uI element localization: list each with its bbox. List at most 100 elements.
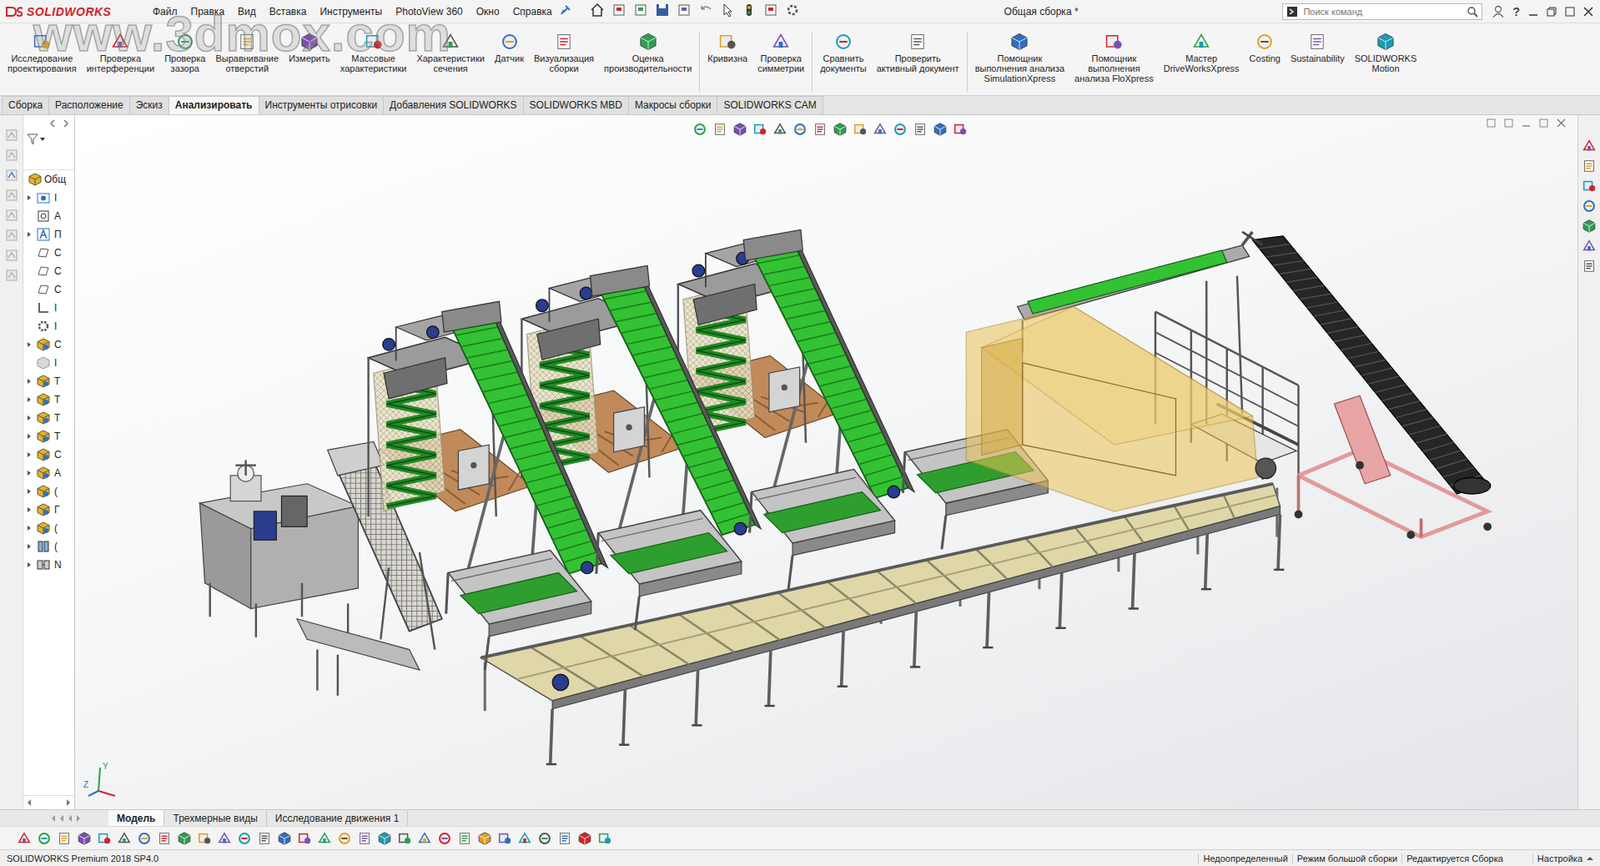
- task-pane-icon[interactable]: [1581, 218, 1597, 234]
- toolbar-icon[interactable]: [477, 830, 493, 846]
- toolbar-icon[interactable]: [457, 830, 473, 846]
- toolbar-icon[interactable]: [437, 830, 453, 846]
- maximize-icon[interactable]: [1564, 6, 1575, 17]
- ribbon-button[interactable]: Проверка зазора: [159, 31, 211, 74]
- toolbar-icon[interactable]: [577, 830, 593, 846]
- tab[interactable]: SOLIDWORKS CAM: [716, 95, 823, 115]
- tree-item[interactable]: (: [23, 482, 75, 501]
- quick-access-button[interactable]: [611, 2, 627, 21]
- mobile-frame[interactable]: [1294, 395, 1492, 539]
- toolbar-icon[interactable]: [497, 830, 513, 846]
- quick-access-button[interactable]: [698, 2, 714, 21]
- outfeed-conveyor[interactable]: [1242, 231, 1491, 494]
- quick-access-button[interactable]: [763, 2, 779, 21]
- side-tool-icon[interactable]: [5, 228, 19, 242]
- menu-item[interactable]: Справка: [507, 3, 559, 21]
- side-tool-icon[interactable]: [5, 248, 19, 262]
- save-icon[interactable]: [654, 2, 670, 18]
- new-document-icon[interactable]: [611, 2, 627, 18]
- expander[interactable]: [25, 451, 34, 458]
- ribbon-button[interactable]: Мастер DriveWorksXpress: [1158, 31, 1245, 74]
- tab[interactable]: Расположение: [48, 95, 131, 115]
- print-icon[interactable]: [676, 2, 692, 18]
- expander[interactable]: [25, 561, 34, 569]
- tree-item[interactable]: С: [23, 243, 75, 262]
- view-tool-icon[interactable]: [892, 121, 908, 137]
- tab[interactable]: Сборка: [1, 95, 50, 115]
- tree-item[interactable]: T: [23, 408, 75, 428]
- toolbar-icon[interactable]: [256, 830, 272, 846]
- menu-item[interactable]: Правка: [185, 3, 232, 21]
- toolbar-icon[interactable]: [517, 830, 533, 846]
- options-icon[interactable]: [784, 2, 800, 18]
- task-pane-icon[interactable]: [1581, 238, 1597, 254]
- ribbon-button[interactable]: Проверка симметрии: [752, 31, 810, 74]
- expand-icon[interactable]: [60, 118, 71, 129]
- toolbar-icon[interactable]: [377, 830, 393, 846]
- ribbon-button[interactable]: Выравнивание отверстий: [210, 31, 284, 74]
- control-cabinet[interactable]: [769, 367, 800, 413]
- view-tool-icon[interactable]: [712, 121, 728, 137]
- restore-icon[interactable]: [1539, 118, 1549, 128]
- tab[interactable]: Макросы сборки: [628, 95, 719, 115]
- view-tool-icon[interactable]: [692, 121, 708, 137]
- view-tool-icon[interactable]: [932, 121, 948, 137]
- tree-item[interactable]: Г: [23, 500, 75, 519]
- control-cabinet[interactable]: [613, 407, 645, 453]
- expander[interactable]: [25, 414, 34, 422]
- tree-item[interactable]: П: [23, 225, 75, 244]
- menu-item[interactable]: Вставка: [263, 3, 313, 21]
- tree-root[interactable]: Общ: [23, 170, 75, 189]
- expander[interactable]: [25, 469, 34, 477]
- view-tool-icon[interactable]: [772, 121, 788, 137]
- tree-item[interactable]: (: [23, 518, 75, 538]
- view-tool-icon[interactable]: [752, 121, 768, 137]
- close-icon[interactable]: [1556, 118, 1566, 128]
- user-icon[interactable]: [1492, 5, 1505, 19]
- toolbar-icon[interactable]: [136, 830, 152, 846]
- task-pane-icon[interactable]: [1581, 138, 1597, 154]
- expander[interactable]: [25, 543, 34, 550]
- minimize-icon[interactable]: [1528, 6, 1539, 17]
- control-cabinet[interactable]: [457, 444, 489, 490]
- view-tool-icon[interactable]: [832, 121, 848, 137]
- tree-item[interactable]: C: [23, 445, 75, 464]
- toolbar-icon[interactable]: [417, 830, 433, 846]
- ribbon-button[interactable]: SOLIDWORKS Motion: [1349, 31, 1423, 74]
- task-pane-icon[interactable]: [1581, 178, 1597, 194]
- menu-item[interactable]: Вид: [231, 3, 262, 21]
- tab[interactable]: Добавления SOLIDWORKS: [382, 95, 524, 115]
- tab[interactable]: Эскиз: [129, 95, 170, 115]
- open-icon[interactable]: [633, 2, 649, 18]
- tab[interactable]: Анализировать: [168, 95, 260, 115]
- cross-conveyor[interactable]: [749, 469, 896, 590]
- toolbar-icon[interactable]: [296, 830, 312, 846]
- scroll-left-icon[interactable]: [26, 799, 32, 806]
- cross-conveyor[interactable]: [446, 550, 592, 671]
- sorting-table[interactable]: [480, 483, 1284, 765]
- pin-button[interactable]: [559, 4, 572, 19]
- document-tab[interactable]: Модель: [108, 810, 165, 826]
- ribbon-button[interactable]: Проверка интерференции: [81, 31, 160, 74]
- tree-item[interactable]: A: [23, 463, 75, 483]
- tree-item[interactable]: I: [23, 316, 75, 336]
- tree-item[interactable]: С: [23, 280, 75, 299]
- tree-item[interactable]: (: [23, 537, 75, 556]
- side-tool-icon[interactable]: [5, 148, 19, 162]
- ribbon-button[interactable]: Массовые характеристики: [335, 31, 413, 74]
- magnifier-icon[interactable]: [1466, 5, 1479, 18]
- toolbar-icon[interactable]: [557, 830, 573, 846]
- tab-nav-icon[interactable]: [58, 815, 66, 822]
- view-tool-icon[interactable]: [812, 121, 828, 137]
- toolbar-icon[interactable]: [96, 830, 112, 846]
- tab-nav-icon[interactable]: [66, 815, 74, 822]
- close-icon[interactable]: [1583, 6, 1594, 17]
- select-icon[interactable]: [719, 2, 735, 18]
- ribbon-button[interactable]: Sustainability: [1285, 31, 1350, 64]
- tree-item[interactable]: T: [23, 390, 75, 409]
- toolbar-icon[interactable]: [116, 830, 132, 846]
- toolbar-icon[interactable]: [176, 830, 192, 846]
- status-arrow-icon[interactable]: [1586, 855, 1594, 862]
- undo-icon[interactable]: [698, 2, 714, 18]
- quick-access-button[interactable]: [676, 2, 692, 21]
